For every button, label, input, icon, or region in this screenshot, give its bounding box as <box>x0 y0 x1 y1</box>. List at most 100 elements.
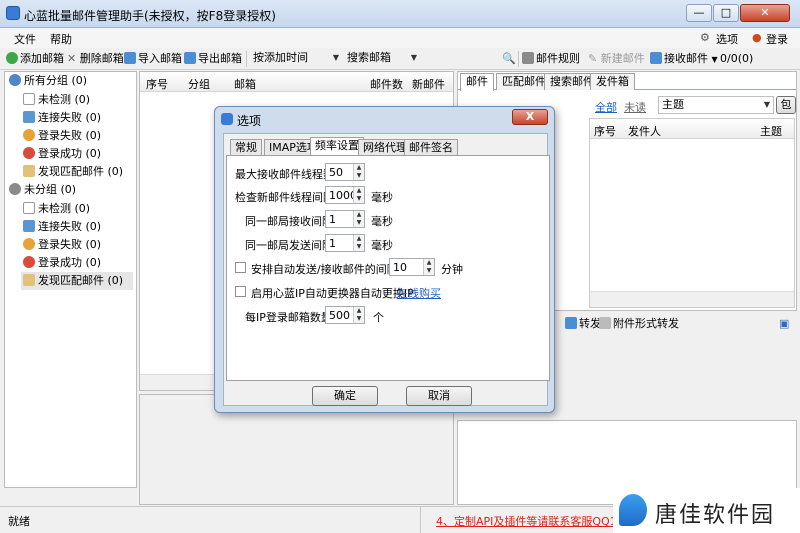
dialog-body: 常规 IMAP选项 频率设置 网络代理 邮件签名 最大接收邮件线程数 50 ▲ ▼ … <box>223 133 550 406</box>
forward-button[interactable]: 转发 <box>565 316 601 332</box>
tree-item-login-fail[interactable]: 登录失败 (0) <box>23 127 101 145</box>
delete-icon: ✕ <box>67 52 77 65</box>
subject-select[interactable]: 主题 ▼ <box>658 96 774 114</box>
user-icon[interactable]: ● <box>752 31 762 44</box>
filter-all-link[interactable]: 全部 <box>595 99 617 115</box>
menu-file[interactable]: 文件 <box>14 31 36 47</box>
mail-list: 序号 发件人 主题 <box>589 118 795 308</box>
export-icon <box>184 52 196 64</box>
include-button[interactable]: 包 <box>776 96 796 114</box>
stepper-arrows[interactable]: ▲ ▼ <box>353 307 364 323</box>
col-group[interactable]: 分组 <box>188 76 210 92</box>
tab-signature[interactable]: 邮件签名 <box>404 139 458 156</box>
unit-ms-label: 毫秒 <box>371 239 393 252</box>
stepper-arrows[interactable]: ▲ ▼ <box>353 187 364 203</box>
col-sender[interactable]: 发件人 <box>628 123 661 139</box>
user-icon <box>9 74 21 86</box>
options-button[interactable]: 选项 <box>716 31 738 47</box>
status-text: 就绪 <box>8 515 30 528</box>
success-icon <box>23 147 35 159</box>
tree-item-unchecked[interactable]: 未检测 (0) <box>23 200 90 218</box>
tree-item-connect-fail[interactable]: 连接失败 (0) <box>23 218 101 236</box>
tree-item-unchecked[interactable]: 未检测 (0) <box>23 91 90 109</box>
dialog-title: 选项 <box>237 114 262 128</box>
col-subject[interactable]: 主题 <box>760 123 782 139</box>
import-mailbox-button[interactable]: 导入邮箱 <box>124 51 182 67</box>
same-send-stepper[interactable]: 1 ▲ ▼ <box>325 234 365 252</box>
mail-tabs: 邮件 匹配邮件 搜索邮件 发件箱 <box>458 72 796 91</box>
stepper-arrows[interactable]: ▲ ▼ <box>353 235 364 251</box>
search-icon[interactable]: 🔍 <box>502 51 516 67</box>
close-button[interactable]: ✕ <box>740 4 790 22</box>
tab-frequency[interactable]: 频率设置 <box>310 137 364 156</box>
per-ip-stepper[interactable]: 500 ▲ ▼ <box>325 306 365 324</box>
watermark-text: 唐佳软件园 <box>655 503 776 528</box>
app-icon <box>221 113 233 125</box>
stepper-arrows[interactable]: ▲ ▼ <box>353 211 364 227</box>
tab-general[interactable]: 常规 <box>230 139 262 156</box>
success-icon <box>23 256 35 268</box>
auto-schedule-checkbox[interactable] <box>235 262 246 273</box>
tree-item-login-success[interactable]: 登录成功 (0) <box>23 254 101 272</box>
maximize-button[interactable]: □ <box>713 4 739 22</box>
mail-list-header: 序号 发件人 主题 <box>590 119 794 139</box>
login-button[interactable]: 登录 <box>766 31 788 47</box>
toolbar-separator <box>246 51 247 67</box>
tree-all-groups[interactable]: 所有分组 (0) <box>9 72 87 90</box>
tree-item-login-fail[interactable]: 登录失败 (0) <box>23 236 101 254</box>
gear-icon[interactable]: ⚙ <box>700 31 710 44</box>
sort-select[interactable]: 按添加时间 ▼ <box>250 50 342 68</box>
col-mailbox[interactable]: 邮箱 <box>234 76 256 92</box>
cancel-button[interactable]: 取消 <box>406 386 472 406</box>
max-threads-stepper[interactable]: 50 ▲ ▼ <box>325 163 365 181</box>
chevron-down-icon: ▼ <box>711 55 718 64</box>
stepper-arrows[interactable]: ▲ ▼ <box>353 164 364 180</box>
toolbar-separator <box>518 51 519 67</box>
tree-item-match-found[interactable]: 发现匹配邮件 (0) <box>21 272 133 290</box>
check-interval-label: 检查新邮件线程间隔 <box>235 191 334 204</box>
col-seq[interactable]: 序号 <box>146 76 168 92</box>
window-icon[interactable]: ▣ <box>779 316 789 332</box>
filter-unread-link[interactable]: 未读 <box>624 99 646 115</box>
col-seq[interactable]: 序号 <box>594 123 616 139</box>
tree-item-connect-fail[interactable]: 连接失败 (0) <box>23 109 101 127</box>
search-mailbox-input[interactable]: 搜索邮箱 ▼ <box>344 50 420 68</box>
unit-count-label: 个 <box>373 311 384 324</box>
unit-ms-label: 毫秒 <box>371 215 393 228</box>
watermark: 唐佳软件园 <box>613 488 800 533</box>
stepper-arrows[interactable]: ▲ ▼ <box>423 259 434 275</box>
tab-mail[interactable]: 邮件 <box>460 73 494 91</box>
warning-icon <box>23 238 35 250</box>
add-mailbox-button[interactable]: 添加邮箱 <box>6 51 64 67</box>
title-bar: 心蓝批量邮件管理助手(未授权，按F8登录授权) — □ ✕ <box>0 0 800 28</box>
same-recv-label: 同一邮局接收间隔 <box>245 215 333 228</box>
auto-schedule-label: 安排自动发送/接收邮件的间隔为 <box>251 263 409 276</box>
tree-item-match-found[interactable]: 发现匹配邮件 (0) <box>23 163 123 181</box>
tree-ungrouped[interactable]: 未分组 (0) <box>9 181 76 199</box>
dialog-close-button[interactable]: X <box>512 109 548 125</box>
export-mailbox-button[interactable]: 导出邮箱 <box>184 51 242 67</box>
ad-link[interactable]: 4、定制API及插件等请联系客服QQ1183 <box>436 513 638 529</box>
rules-icon <box>522 52 534 64</box>
delete-mailbox-button[interactable]: ✕ 删除邮箱 <box>67 51 124 67</box>
minimize-button[interactable]: — <box>686 4 712 22</box>
horizontal-scrollbar[interactable] <box>590 291 794 307</box>
app-icon <box>6 6 20 20</box>
same-recv-stepper[interactable]: 1 ▲ ▼ <box>325 210 365 228</box>
new-mail-button[interactable]: ✎ 新建邮件 <box>588 51 645 67</box>
ip-switch-checkbox[interactable] <box>235 286 246 297</box>
col-new-mail[interactable]: 新邮件 <box>412 76 445 92</box>
mail-rules-button[interactable]: 邮件规则 <box>522 51 580 67</box>
auto-schedule-stepper[interactable]: 10 ▲ ▼ <box>389 258 435 276</box>
tab-outbox[interactable]: 发件箱 <box>590 73 635 90</box>
user-icon <box>9 183 21 195</box>
col-mail-count[interactable]: 邮件数 <box>370 76 403 92</box>
envelope-icon <box>23 165 35 177</box>
attach-forward-button[interactable]: 附件形式转发 <box>599 316 679 332</box>
tree-item-login-success[interactable]: 登录成功 (0) <box>23 145 101 163</box>
buy-online-link[interactable]: 在线购买 <box>397 285 441 301</box>
menu-help[interactable]: 帮助 <box>50 31 72 47</box>
check-interval-stepper[interactable]: 1000 ▲ ▼ <box>325 186 365 204</box>
ok-button[interactable]: 确定 <box>312 386 378 406</box>
receive-mail-button[interactable]: 接收邮件 ▼ <box>650 51 718 67</box>
